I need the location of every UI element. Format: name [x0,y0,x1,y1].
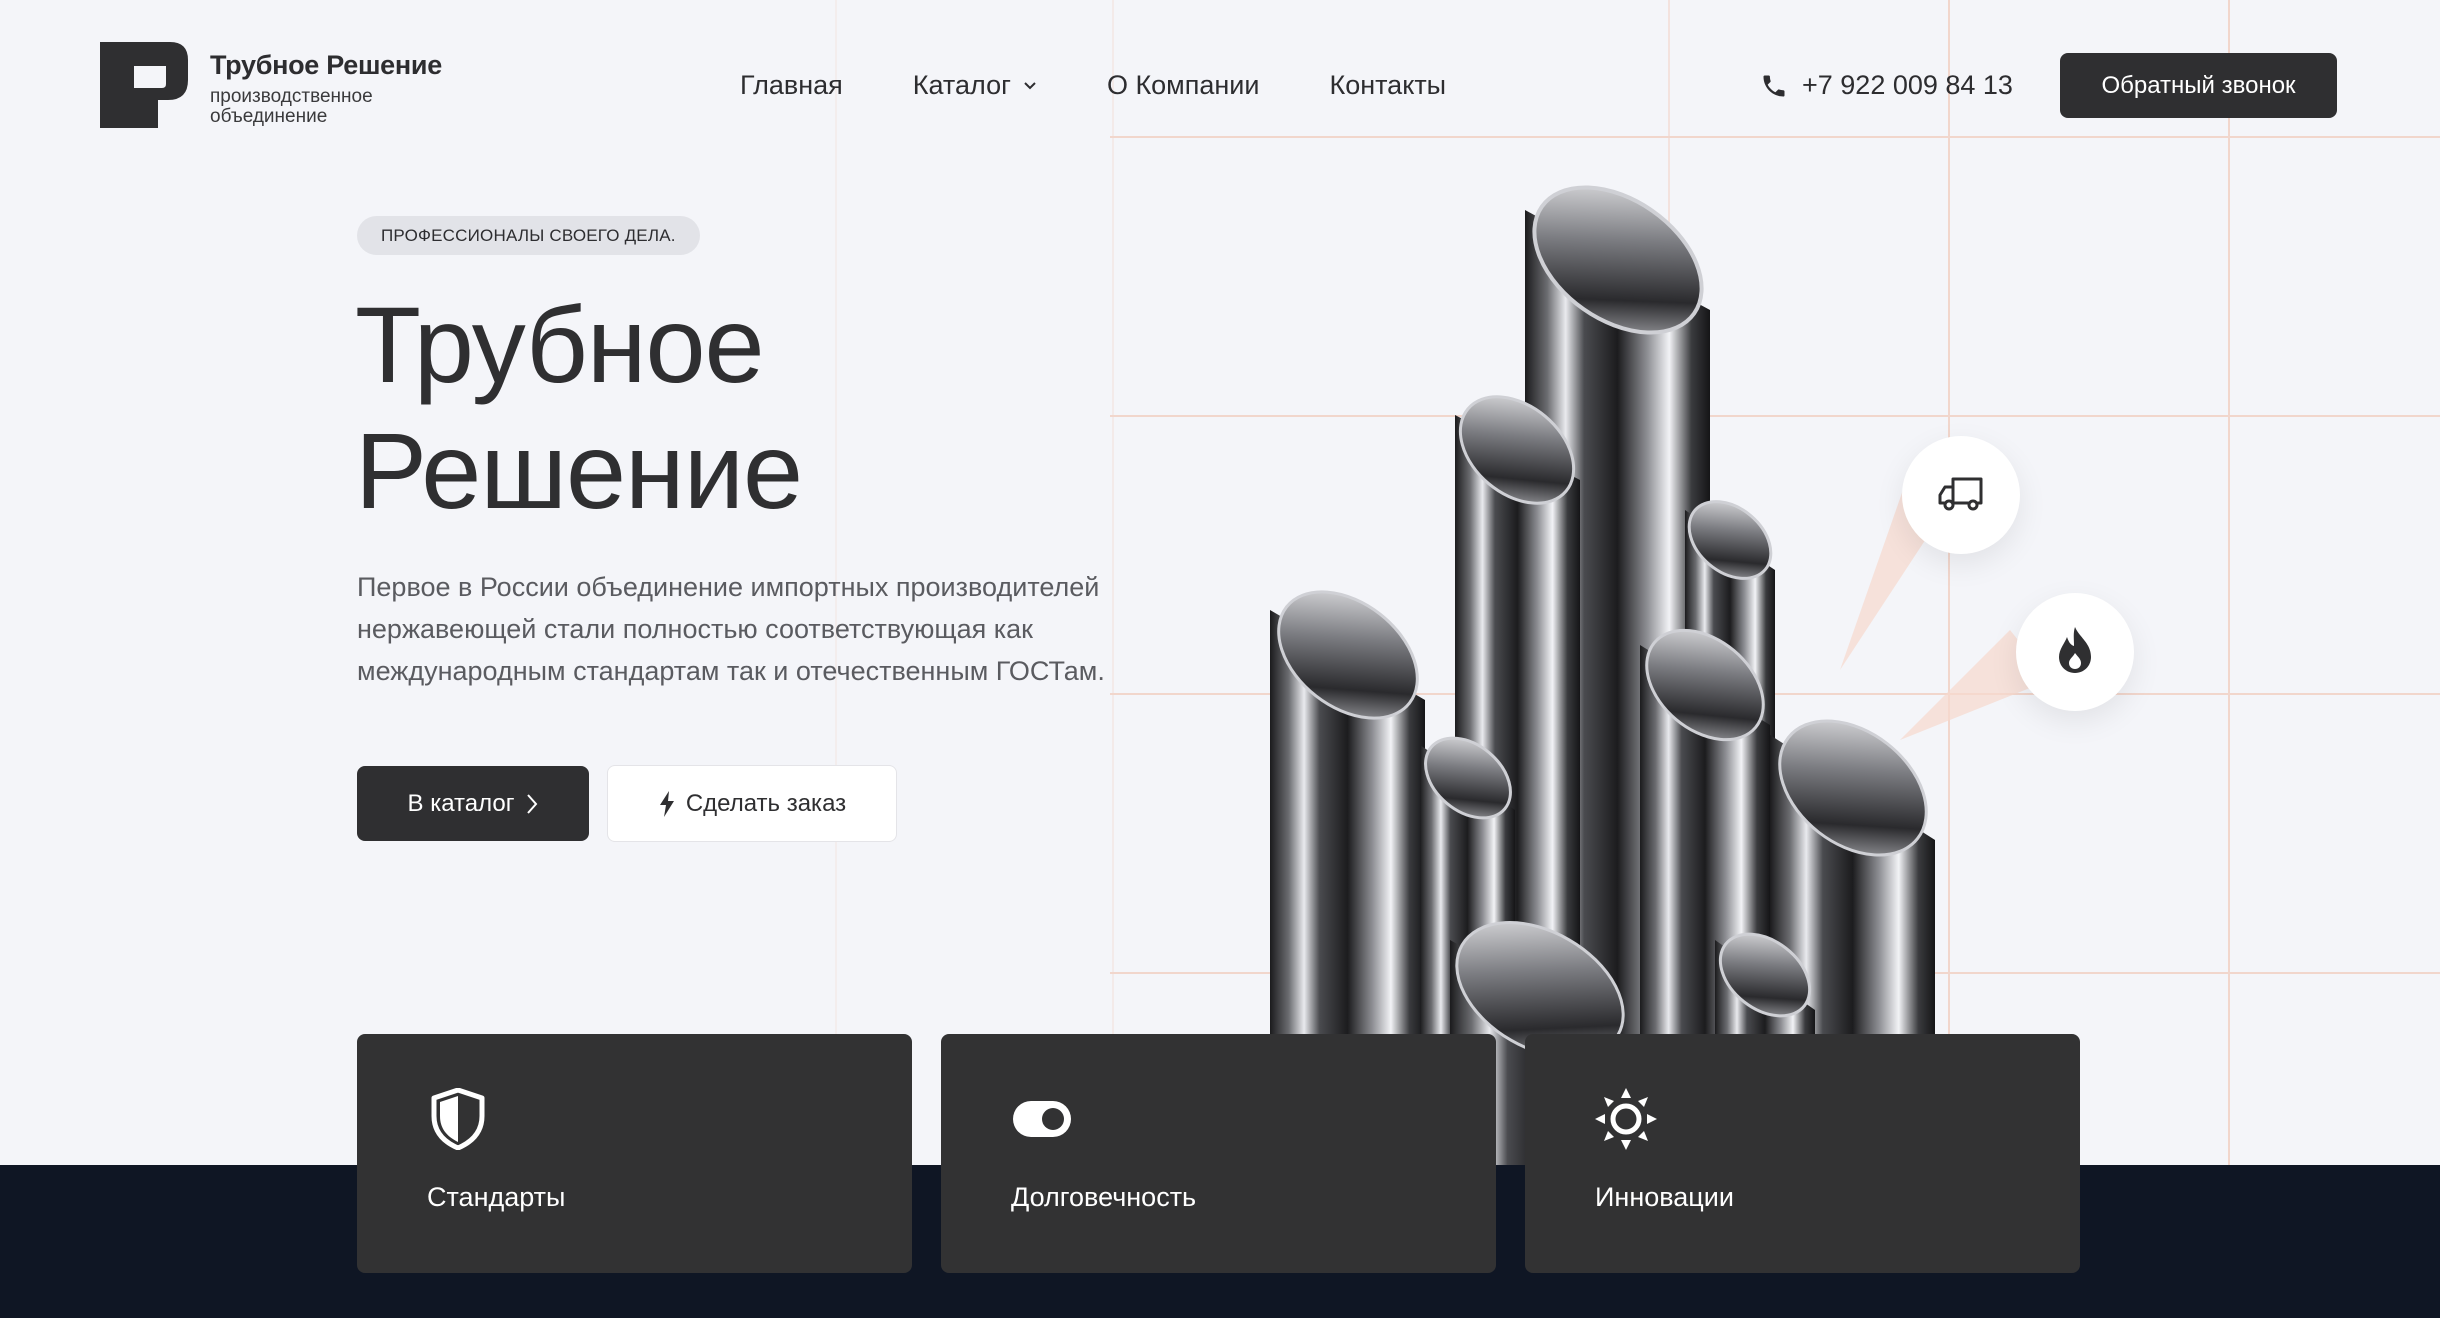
nav-item-label: Контакты [1329,70,1447,100]
phone-number: +7 922 009 84 13 [1802,70,2013,100]
main-nav: Главная Каталог О Компании Контакты [740,70,1516,101]
sun-icon [1595,1088,1657,1150]
logo-subtitle: производственное объединение [210,86,373,127]
hero-description: Первое в России объединение импортных пр… [357,572,1105,686]
truck-badge [1902,436,2020,554]
hero-title-line: Решение [355,410,803,531]
nav-item-about[interactable]: О Компании [1107,70,1260,101]
order-button-label: Сделать заказ [685,789,847,817]
callback-button-label: Обратный звонок [2101,71,2296,99]
phone-link[interactable]: +7 922 009 84 13 [1760,70,2013,101]
feature-card-standards[interactable]: Стандарты [357,1034,912,1273]
hero-badge-text: ПРОФЕССИОНАЛЫ СВОЕГО ДЕЛА. [381,225,676,245]
logo-mark-icon [100,42,188,128]
toggle-icon [1011,1088,1073,1150]
hero-title: Трубное Решение [355,282,803,534]
chevron-right-icon [526,793,538,815]
hero-badge: ПРОФЕССИОНАЛЫ СВОЕГО ДЕЛА. [357,216,700,255]
feature-card-durability[interactable]: Долговечность [941,1034,1496,1273]
feature-card-label: Долговечность [1011,1182,1197,1212]
nav-item-label: Каталог [912,70,1011,100]
grid-line [2228,0,2230,1165]
page: Трубное Решение производственное объедин… [0,0,2440,1318]
nav-item-contacts[interactable]: Контакты [1329,70,1446,101]
chevron-down-icon [1023,81,1037,91]
flame-icon [2057,626,2093,678]
catalog-button[interactable]: В каталог [357,766,589,841]
feature-card-label: Инновации [1595,1182,1734,1212]
hero-title-line: Трубное [355,284,765,405]
logo-title: Трубное Решение [210,50,442,80]
nav-item-catalog[interactable]: Каталог [913,70,1037,101]
nav-item-label: О Компании [1106,70,1260,100]
shield-icon [427,1088,489,1150]
logo[interactable]: Трубное Решение производственное объедин… [100,42,442,128]
nav-item-label: Главная [740,70,843,100]
callback-button[interactable]: Обратный звонок [2060,53,2337,118]
phone-icon [1760,72,1788,100]
order-button[interactable]: Сделать заказ [607,765,897,842]
nav-item-home[interactable]: Главная [740,70,843,101]
feature-card-label: Стандарты [427,1182,566,1212]
lightning-icon [658,790,676,817]
truck-icon [1937,473,1985,518]
catalog-button-label: В каталог [407,789,515,817]
feature-card-innovations[interactable]: Инновации [1525,1034,2080,1273]
flame-badge [2016,593,2134,711]
grid-line [1110,136,2440,138]
steel-pipes-image [1250,180,1970,1165]
